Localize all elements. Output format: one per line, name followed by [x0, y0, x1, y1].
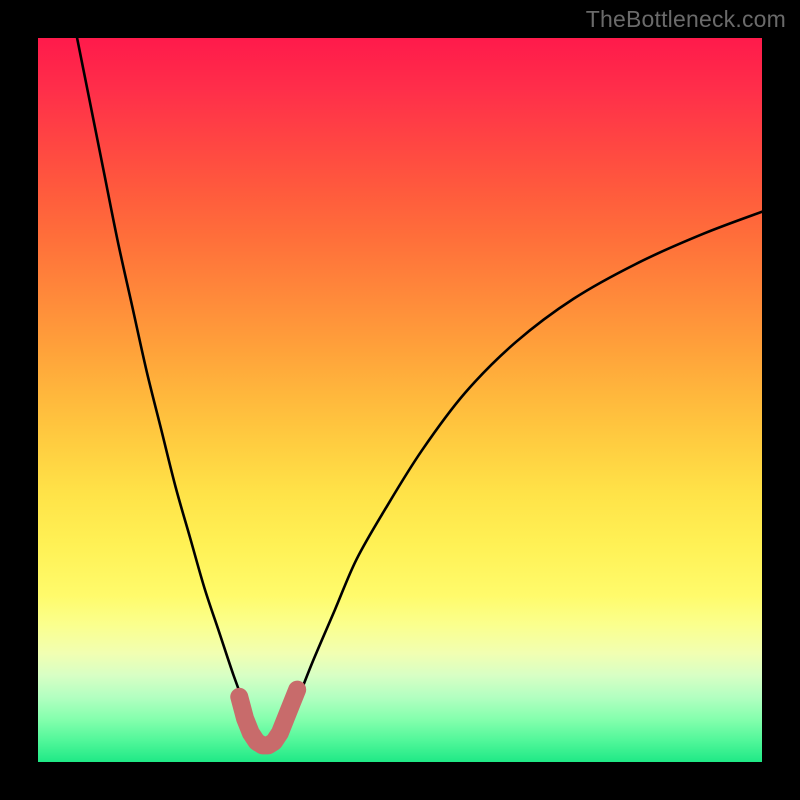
- curve-right: [284, 212, 762, 730]
- outer-frame: TheBottleneck.com: [0, 0, 800, 800]
- bottom-marker-path: [239, 690, 297, 746]
- curve-layer: [38, 38, 762, 762]
- plot-area: [38, 38, 762, 762]
- watermark-text: TheBottleneck.com: [586, 6, 786, 33]
- curve-left: [74, 38, 255, 729]
